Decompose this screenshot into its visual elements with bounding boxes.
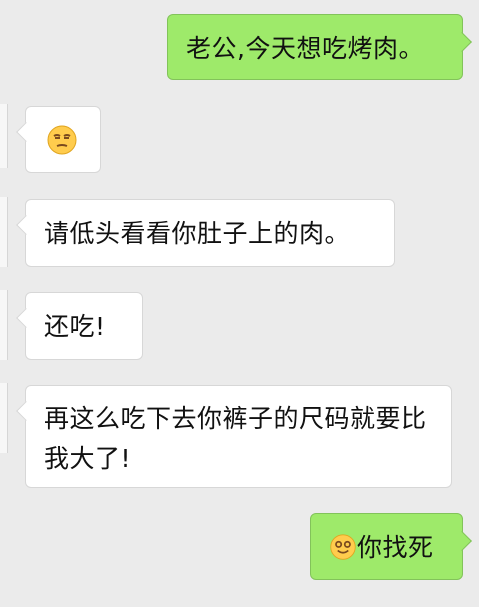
chat-area[interactable]: 老公,今天想吃烤肉。 请低头看看你肚子上的肉。 还吃! 再这么吃下去你裤子的尺码… xyxy=(0,0,479,607)
avatar-edge[interactable] xyxy=(0,104,8,168)
message-bubble-incoming-3[interactable]: 请低头看看你肚子上的肉。 xyxy=(16,199,395,267)
message-text: 再这么吃下去你裤子的尺码就要比我大了! xyxy=(44,404,427,473)
bubble-tail xyxy=(16,401,36,421)
bubble-tail xyxy=(452,531,472,551)
smiling-face-icon xyxy=(329,533,357,561)
message-text: 你找死 xyxy=(357,533,434,562)
message-bubble-incoming-4[interactable]: 还吃! xyxy=(16,292,143,360)
avatar-edge[interactable] xyxy=(0,197,8,267)
message-text: 老公,今天想吃烤肉。 xyxy=(186,34,424,63)
bubble-tail xyxy=(452,32,472,52)
avatar-edge[interactable] xyxy=(0,383,8,453)
bubble-tail xyxy=(16,215,36,235)
message-bubble-outgoing-1[interactable]: 老公,今天想吃烤肉。 xyxy=(167,14,472,80)
message-bubble-incoming-5[interactable]: 再这么吃下去你裤子的尺码就要比我大了! xyxy=(16,385,452,488)
unamused-face-icon xyxy=(46,124,78,156)
bubble-tail xyxy=(16,308,36,328)
message-bubble-incoming-2[interactable] xyxy=(16,106,101,173)
bubble-tail xyxy=(16,122,36,142)
avatar-edge[interactable] xyxy=(0,290,8,360)
message-bubble-outgoing-6[interactable]: 你找死 xyxy=(310,513,472,580)
message-text: 还吃! xyxy=(44,312,106,341)
message-text: 请低头看看你肚子上的肉。 xyxy=(44,219,351,248)
